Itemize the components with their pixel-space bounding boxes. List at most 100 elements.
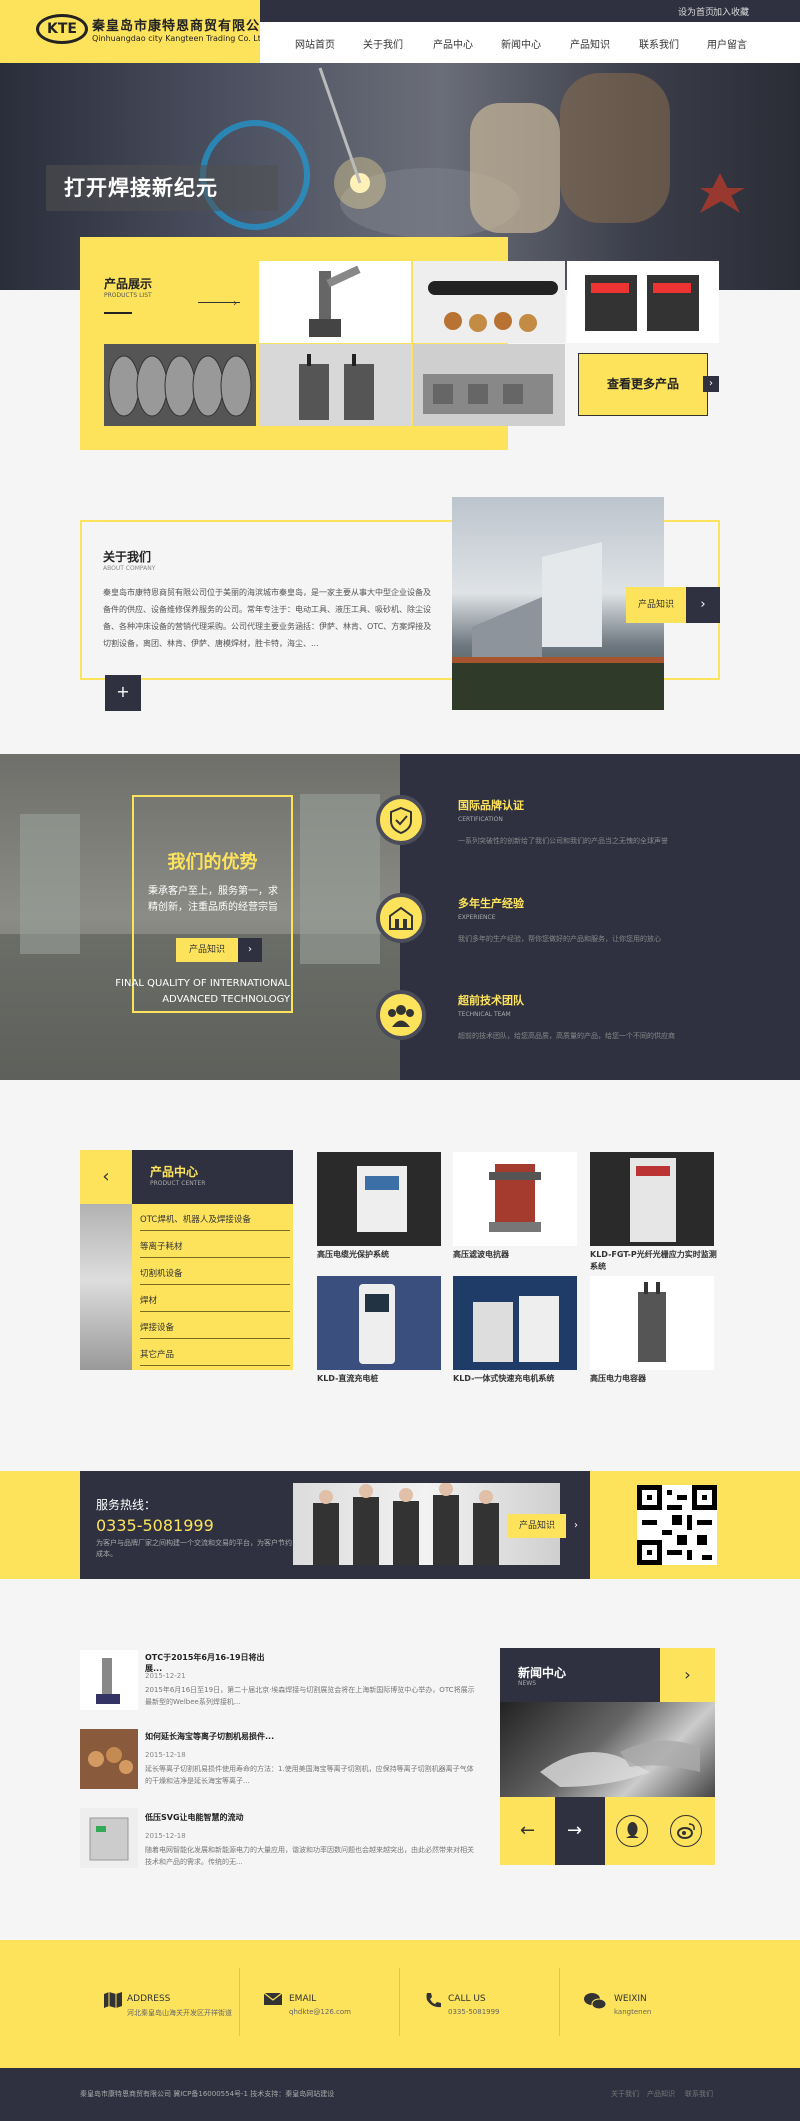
qr-code [637, 1485, 717, 1565]
view-more-products-button[interactable]: 查看更多产品 [578, 353, 708, 416]
sidebar-image [80, 1190, 132, 1370]
hotline-desc: 为客户与品牌厂家之间构建一个交流和交易的平台，为客户节约成本。 [96, 1539, 292, 1558]
product-robot-image[interactable] [259, 261, 411, 343]
about-subtitle: ABOUT COMPANY [103, 565, 156, 572]
phone-icon [424, 1991, 442, 2014]
news-title[interactable]: OTC于2015年6月16-19日将出展... [145, 1652, 275, 1674]
product-card-label[interactable]: KLD-一体式快速充电机系统 [453, 1373, 583, 1385]
email-value[interactable]: qhdkte@126.com [289, 2008, 351, 2016]
product-wire-image[interactable] [104, 344, 256, 426]
products-subtitle: PRODUCTS LIST [104, 292, 152, 299]
news-desc: 2015年6月16日至19日，第二十届北京·埃森焊接与切割展览会将在上海新国际博… [145, 1686, 475, 1706]
divider [399, 1968, 400, 2036]
factory-icon [376, 893, 426, 943]
product-card-label[interactable]: KLD-直流充电桩 [317, 1373, 447, 1385]
qq-icon[interactable] [616, 1815, 648, 1847]
certification-subtitle: CERTIFICATION [458, 816, 503, 823]
product-torch-image[interactable] [413, 261, 565, 343]
chevron-right-icon[interactable]: › [660, 1648, 715, 1702]
product-cutter-image[interactable] [567, 261, 719, 343]
news-center-subtitle: NEWS [518, 1680, 537, 1687]
nav-messages[interactable]: 用户留言 [707, 36, 747, 51]
set-homepage-link[interactable]: 设为首页 [678, 5, 714, 18]
category-otc[interactable]: OTC焊机、机器人及焊接设备 [140, 1213, 290, 1231]
call-value: 0335-5081999 [448, 2008, 500, 2016]
news-thumbnail[interactable] [80, 1808, 138, 1868]
weixin-value: kangtenen [614, 2008, 652, 2016]
plus-icon[interactable]: + [105, 675, 141, 711]
chevron-right-icon[interactable]: › [686, 587, 720, 623]
advantages-english-slogan: FINAL QUALITY OF INTERNATIONAL ADVANCED … [60, 976, 290, 1008]
chevron-right-icon[interactable]: › [566, 1514, 586, 1538]
company-logo[interactable]: KTE [36, 14, 88, 44]
weibo-icon[interactable] [670, 1815, 702, 1847]
product-card-image[interactable] [590, 1276, 714, 1370]
handshake-photo [500, 1702, 715, 1797]
experience-title: 多年生产经验 [458, 897, 524, 910]
category-plasma[interactable]: 等离子耗材 [140, 1240, 290, 1258]
advantages-text: 秉承客户至上，服务第一，求精创新，注重品质的经营宗旨 [148, 886, 278, 913]
nav-products[interactable]: 产品中心 [433, 36, 473, 51]
category-welding-material[interactable]: 焊材 [140, 1294, 290, 1312]
call-title: CALL US [448, 1994, 486, 2004]
news-desc: 随着电网智能化发展和新能源电力的大量应用，谐波和功率因数问题也会越来越突出，由此… [145, 1846, 474, 1866]
category-welding-equipment[interactable]: 焊接设备 [140, 1321, 290, 1339]
map-icon [103, 1991, 123, 2014]
certification-title: 国际品牌认证 [458, 799, 524, 812]
product-card-label[interactable]: 高压电力电容器 [590, 1373, 720, 1385]
divider [559, 1968, 560, 2036]
arrow-right-icon[interactable]: → [567, 1820, 582, 1841]
news-thumbnail[interactable] [80, 1729, 138, 1789]
news-title[interactable]: 如何延长海宝等离子切割机易损件... [145, 1731, 275, 1742]
news-title[interactable]: 低压SVG让电能智慧的流动 [145, 1812, 275, 1823]
news-date: 2015-12-18 [145, 1751, 186, 1759]
nav-knowledge[interactable]: 产品知识 [570, 36, 610, 51]
footer-link-knowledge[interactable]: 产品知识 [647, 2089, 675, 2099]
hotline-label: 服务热线： [96, 1498, 157, 1512]
nav-news[interactable]: 新闻中心 [501, 36, 541, 51]
company-name-en: Qinhuangdao city Kangteen Trading Co. Lt… [92, 34, 269, 43]
chevron-right-icon[interactable]: › [238, 938, 262, 962]
product-card-label[interactable]: 高压滤波电抗器 [453, 1249, 583, 1261]
product-factory-image[interactable] [413, 344, 565, 426]
footer-link-contact[interactable]: 联系我们 [685, 2089, 713, 2099]
address-title: ADDRESS [127, 1994, 171, 2004]
weixin-title: WEIXIN [614, 1994, 647, 2004]
category-cutting[interactable]: 切割机设备 [140, 1267, 290, 1285]
about-text: 秦皇岛市康特恩商贸有限公司位于美丽的海滨城市秦皇岛，是一家主要从事大中型企业设备… [103, 588, 432, 648]
product-card-image[interactable] [453, 1276, 577, 1370]
shield-icon [376, 795, 426, 845]
footer-link-about[interactable]: 关于我们 [611, 2089, 639, 2099]
product-card-label[interactable]: KLD-FGT-P光纤光栅应力实时监测系统 [590, 1249, 720, 1273]
arrow-head-icon: › [233, 298, 237, 309]
nav-contact[interactable]: 联系我们 [639, 36, 679, 51]
news-date: 2015-12-18 [145, 1832, 186, 1840]
category-other[interactable]: 其它产品 [140, 1348, 290, 1366]
hotline-number: 0335-5081999 [96, 1516, 214, 1535]
experience-subtitle: EXPERIENCE [458, 914, 496, 921]
add-favorite-link[interactable]: 加入收藏 [713, 5, 749, 18]
product-card-image[interactable] [317, 1152, 441, 1246]
nav-home[interactable]: 网站首页 [295, 36, 335, 51]
product-card-image[interactable] [590, 1152, 714, 1246]
product-card-image[interactable] [317, 1276, 441, 1370]
advantages-knowledge-button[interactable]: 产品知识 [176, 938, 238, 962]
news-thumbnail[interactable] [80, 1650, 138, 1710]
news-date: 2015-12-21 [145, 1672, 186, 1680]
divider [104, 312, 132, 314]
arrow-left-icon[interactable]: ← [520, 1820, 535, 1841]
advantages-english-line-2: ADVANCED TECHNOLOGY [162, 994, 290, 1005]
news-desc: 延长等离子切割机易损件使用寿命的方法：1.使用美国海宝等离子切割机，应保持等离子… [145, 1765, 474, 1785]
hotline-knowledge-button[interactable]: 产品知识 [508, 1514, 566, 1538]
chevron-right-icon[interactable]: › [703, 376, 719, 392]
product-card-image[interactable] [453, 1152, 577, 1246]
about-title: 关于我们 [103, 550, 152, 564]
product-center-subtitle: PRODUCT CENTER [150, 1180, 206, 1187]
product-capacitor-image[interactable] [259, 344, 411, 426]
product-knowledge-button[interactable]: 产品知识 [626, 587, 686, 623]
chevron-left-icon[interactable]: ‹ [80, 1150, 132, 1204]
nav-about[interactable]: 关于我们 [363, 36, 403, 51]
advantages-title: 我们的优势 [167, 852, 258, 873]
product-card-label[interactable]: 高压电缆光保护系统 [317, 1249, 447, 1261]
company-name-cn: 秦皇岛市康特恩商贸有限公司 [92, 19, 275, 34]
